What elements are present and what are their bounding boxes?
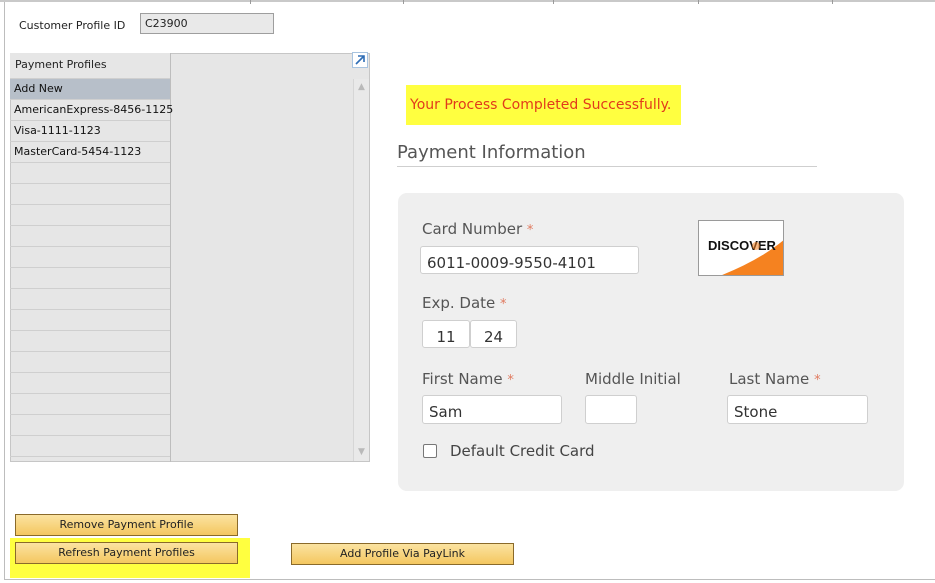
tab-divider [553,0,554,4]
customer-profile-id-label: Customer Profile ID [19,19,126,32]
payment-profiles-header: Payment Profiles [10,53,170,79]
scroll-down-arrow-icon[interactable]: ▼ [354,444,369,461]
exp-date-label: Exp. Date * [422,294,507,312]
section-title: Payment Information [397,142,586,163]
tab-divider [250,0,251,4]
expand-icon[interactable] [352,52,368,68]
empty-list-row [10,394,170,415]
empty-list-row [10,415,170,436]
empty-list-row [10,184,170,205]
required-marker: * [814,373,821,388]
tab-divider [403,0,404,4]
success-message: Your Process Completed Successfully. [406,85,681,125]
required-marker: * [526,223,534,238]
discover-logo-icon: DISCOVER [699,221,783,275]
list-scrollbar[interactable]: ▲ ▼ [353,79,369,461]
empty-list-row [10,226,170,247]
refresh-payment-profiles-button[interactable]: Refresh Payment Profiles [15,542,238,564]
default-credit-card-checkbox[interactable] [423,444,437,458]
exp-year-input[interactable]: 24 [470,320,517,348]
list-item[interactable]: Visa-1111-1123 [10,121,170,142]
empty-list-row [10,352,170,373]
list-item[interactable]: AmericanExpress-8456-1125 [10,100,173,121]
empty-list-row [10,163,170,184]
required-marker: * [500,297,507,312]
top-border [0,0,935,2]
remove-payment-profile-button[interactable]: Remove Payment Profile [15,514,238,536]
card-brand-text: DISCOVER [708,238,777,253]
list-item-add-new[interactable]: Add New [10,79,170,100]
last-name-label: Last Name * [729,370,821,388]
section-divider [397,166,817,167]
empty-list-row [10,247,170,268]
empty-list-row [10,268,170,289]
card-number-label: Card Number * [422,220,534,238]
middle-initial-input[interactable] [585,395,637,424]
discover-card-logo: DISCOVER [698,220,784,276]
add-profile-via-paylink-button[interactable]: Add Profile Via PayLink [291,543,514,565]
required-marker: * [507,373,514,388]
empty-list-row [10,289,170,310]
last-name-input[interactable]: Stone [727,395,868,424]
tab-divider [698,0,699,4]
tab-divider [832,0,833,4]
empty-list-row [10,331,170,352]
empty-list-row [10,373,170,394]
customer-profile-id-field[interactable]: C23900 [140,13,274,34]
default-credit-card-label: Default Credit Card [450,442,595,460]
empty-list-row [10,205,170,226]
first-name-label: First Name * [422,370,514,388]
card-number-input[interactable]: 6011-0009-9550-4101 [420,246,639,274]
middle-initial-label: Middle Initial [585,370,681,388]
first-name-input[interactable]: Sam [422,395,562,424]
scroll-up-arrow-icon[interactable]: ▲ [354,79,369,96]
empty-list-row [10,436,170,457]
empty-list-row [10,310,170,331]
frame-bottom-border [4,579,935,580]
exp-month-input[interactable]: 11 [422,320,470,348]
list-item[interactable]: MasterCard-5454-1123 [10,142,170,163]
frame-left-border [4,2,5,580]
